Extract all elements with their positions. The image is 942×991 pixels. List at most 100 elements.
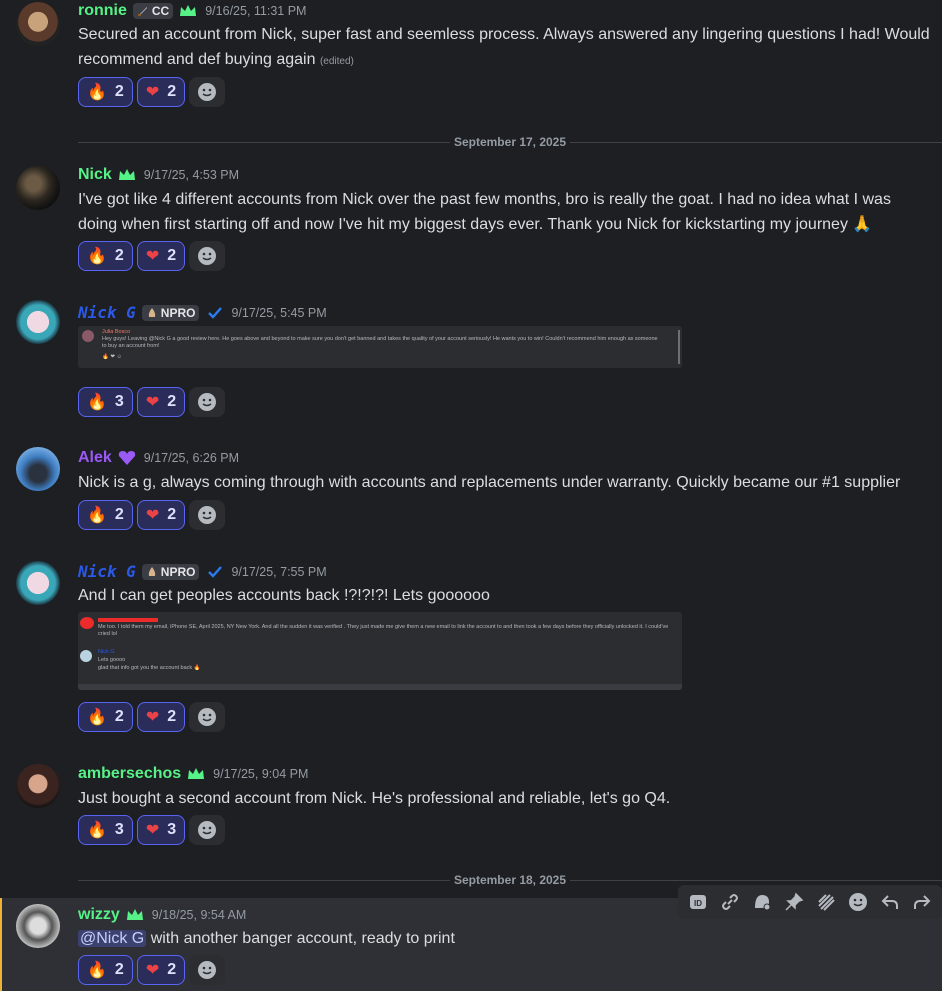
reaction-heart[interactable]: ❤ 2 [136, 77, 186, 107]
avatar[interactable] [16, 166, 60, 210]
reaction-fire[interactable]: 🔥 2 [78, 500, 133, 530]
add-reaction-button[interactable] [189, 955, 226, 985]
message-text: Just bought a second account from Nick. … [78, 790, 671, 807]
fire-icon: 🔥 [87, 507, 107, 524]
username[interactable]: Nick G [78, 562, 136, 581]
forward-button[interactable] [910, 890, 934, 914]
avatar[interactable] [16, 764, 60, 808]
emoji-icon [198, 393, 217, 411]
copy-id-button[interactable]: ID [686, 890, 710, 914]
reaction-heart[interactable]: ❤ 3 [136, 815, 186, 845]
onion-icon [148, 307, 155, 317]
timestamp[interactable]: 9/17/25, 9:04 PM [213, 767, 308, 781]
username[interactable]: Nick G [78, 303, 136, 322]
reactions: 🔥 2 ❤ 2 [78, 77, 226, 107]
reaction-fire[interactable]: 🔥 3 [78, 815, 133, 845]
reactions: 🔥 2 ❤ 2 [78, 500, 226, 530]
username[interactable]: wizzy [78, 906, 120, 924]
message-text: Nick is a g, always coming through with … [78, 474, 901, 491]
clan-badge[interactable]: NPRO [141, 563, 200, 580]
create-thread-button[interactable] [750, 890, 774, 914]
message-content: Secured an account from Nick, super fast… [78, 22, 934, 74]
reaction-heart[interactable]: ❤ 2 [136, 955, 186, 985]
scrollbar[interactable] [78, 684, 682, 690]
clan-badge[interactable]: CC [132, 3, 174, 19]
date-divider: September 17, 2025 [78, 135, 942, 149]
avatar[interactable] [16, 904, 60, 948]
reaction-count: 2 [167, 506, 177, 523]
screenshot-embed[interactable]: Me too. I told them my email, iPhone SE,… [78, 612, 682, 690]
timestamp[interactable]: 9/17/25, 4:53 PM [144, 168, 239, 182]
reaction-count: 2 [114, 247, 124, 264]
timestamp[interactable]: 9/17/25, 6:26 PM [144, 451, 239, 465]
add-reaction-button[interactable] [189, 241, 226, 271]
reaction-heart[interactable]: ❤ 2 [136, 241, 186, 271]
user-mention[interactable]: @Nick G [78, 930, 147, 947]
reaction-count: 2 [114, 506, 124, 523]
reaction-heart[interactable]: ❤ 2 [136, 702, 186, 732]
avatar[interactable] [16, 447, 60, 491]
emoji-icon [198, 708, 217, 726]
reaction-fire[interactable]: 🔥 3 [78, 387, 133, 417]
emoji-icon [849, 893, 867, 911]
date-divider-label: September 18, 2025 [449, 873, 571, 887]
emoji-icon [198, 506, 217, 524]
reaction-fire[interactable]: 🔥 2 [78, 77, 133, 107]
date-divider-label: September 17, 2025 [449, 135, 571, 149]
reaction-count: 3 [114, 393, 124, 410]
avatar [80, 617, 94, 629]
reply-icon [881, 895, 898, 909]
reaction-heart[interactable]: ❤ 2 [136, 500, 186, 530]
fire-icon: 🔥 [87, 84, 107, 101]
redacted-bar [98, 618, 158, 622]
pin-message-button[interactable] [782, 890, 806, 914]
forward-icon [914, 895, 931, 909]
username[interactable]: Alek [78, 449, 112, 467]
link-icon [722, 894, 738, 910]
emoji-icon [198, 83, 217, 101]
username[interactable]: ambersechos [78, 765, 181, 783]
reply-button[interactable] [878, 890, 902, 914]
reaction-fire[interactable]: 🔥 2 [78, 955, 133, 985]
clan-badge[interactable]: NPRO [141, 304, 200, 321]
avatar[interactable] [16, 561, 60, 605]
add-reaction-toolbar-button[interactable] [846, 890, 870, 914]
timestamp[interactable]: 9/16/25, 11:31 PM [205, 4, 306, 18]
edited-label: (edited) [319, 56, 354, 67]
add-reaction-button[interactable] [189, 815, 226, 845]
add-reaction-button[interactable] [189, 702, 226, 732]
reaction-count: 2 [167, 247, 177, 264]
onion-icon [148, 566, 155, 576]
reaction-fire[interactable]: 🔥 2 [78, 702, 133, 732]
timestamp[interactable]: 9/18/25, 9:54 AM [152, 908, 247, 922]
add-reaction-button[interactable] [189, 77, 226, 107]
reaction-count: 2 [167, 961, 177, 978]
reaction-count: 3 [114, 821, 124, 838]
verified-check-icon [208, 306, 223, 319]
timestamp[interactable]: 9/17/25, 7:55 PM [231, 565, 326, 579]
avatar[interactable] [16, 2, 60, 46]
screenshot-embed[interactable]: Julia Bosco Hey guys! Leaving @Nick G a … [78, 326, 682, 368]
reaction-count: 2 [114, 83, 124, 100]
reaction-heart[interactable]: ❤ 2 [136, 387, 186, 417]
heart-icon: ❤ [145, 709, 160, 726]
copy-link-button[interactable] [718, 890, 742, 914]
add-reaction-button[interactable] [189, 387, 226, 417]
avatar[interactable] [16, 300, 60, 344]
add-reaction-button[interactable] [189, 500, 226, 530]
reactions: 🔥 3 ❤ 3 [78, 815, 226, 845]
app-id-icon: ID [690, 895, 706, 909]
reactions: 🔥 3 ❤ 2 [78, 387, 226, 417]
username[interactable]: ronnie [78, 2, 127, 20]
reaction-count: 2 [114, 961, 124, 978]
message-actions-toolbar: ID [678, 885, 942, 919]
reaction-fire[interactable]: 🔥 2 [78, 241, 133, 271]
embed-text: Lets goooo [98, 657, 126, 663]
format-button[interactable] [814, 890, 838, 914]
heart-icon: ❤ [145, 394, 160, 411]
thread-icon [755, 895, 771, 911]
username[interactable]: Nick [78, 166, 112, 184]
crown-icon [126, 909, 143, 920]
timestamp[interactable]: 9/17/25, 5:45 PM [231, 306, 326, 320]
reaction-count: 3 [167, 821, 177, 838]
